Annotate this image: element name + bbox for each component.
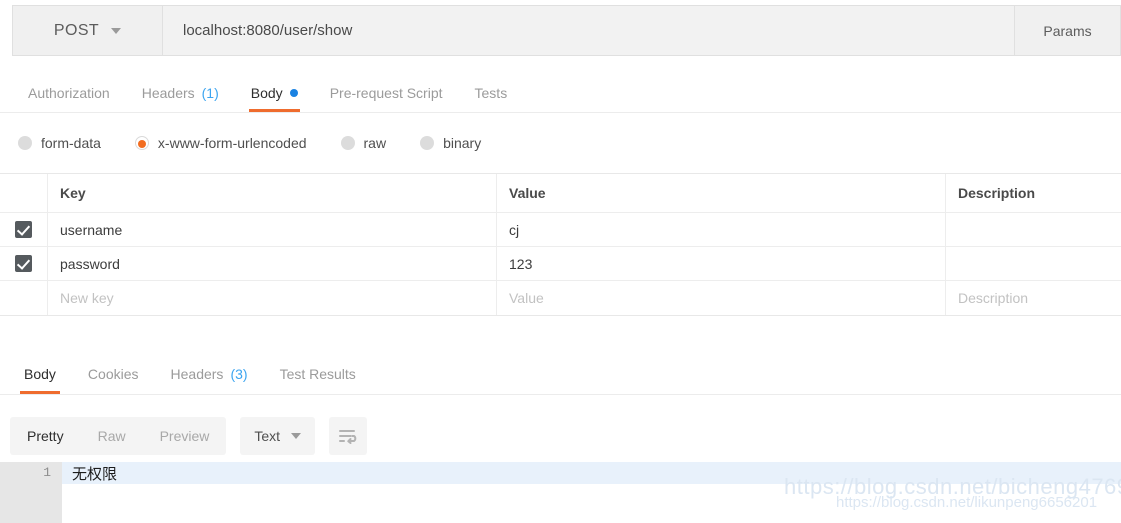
header-key-cell: Key	[48, 174, 497, 212]
body-type-form-data-label: form-data	[41, 135, 101, 151]
response-tab-test-results-label: Test Results	[279, 365, 356, 382]
table-row: username cj	[0, 213, 1121, 247]
radio-icon-form-data	[18, 136, 32, 150]
postman-request-response-pane: POST localhost:8080/user/show Params Aut…	[0, 0, 1121, 523]
new-row-value-input[interactable]: Value	[497, 281, 946, 315]
response-format-selector[interactable]: Text	[240, 417, 316, 455]
tab-pre-request-script[interactable]: Pre-request Script	[314, 73, 459, 112]
table-new-row: New key Value Description	[0, 281, 1121, 315]
request-params-table: Key Value Description username cj passwo…	[0, 173, 1121, 316]
view-pretty-button[interactable]: Pretty	[10, 417, 81, 455]
response-tab-headers-count: (3)	[230, 365, 248, 382]
request-url-input[interactable]: localhost:8080/user/show	[163, 6, 1014, 55]
header-value-cell: Value	[497, 174, 946, 212]
params-label: Params	[1043, 22, 1092, 39]
table-row: password 123	[0, 247, 1121, 281]
new-row-key-input[interactable]: New key	[48, 281, 497, 315]
view-raw-label: Raw	[97, 428, 126, 444]
view-preview-label: Preview	[159, 428, 210, 444]
chevron-down-icon	[291, 433, 302, 439]
word-wrap-toggle[interactable]	[329, 417, 368, 455]
view-preview-button[interactable]: Preview	[143, 417, 227, 455]
http-method-label: POST	[53, 21, 100, 39]
response-tab-cookies[interactable]: Cookies	[72, 353, 155, 394]
radio-icon-binary	[420, 136, 435, 150]
radio-icon-urlencoded-selected	[134, 136, 149, 150]
tab-tests[interactable]: Tests	[459, 73, 524, 112]
row-checkbox-cell	[0, 213, 48, 246]
row-value-text: 123	[509, 255, 533, 272]
new-row-description-input[interactable]: Description	[946, 281, 1121, 315]
response-toolbar: Pretty Raw Preview Text	[0, 410, 1121, 462]
request-url-text: localhost:8080/user/show	[183, 22, 353, 39]
http-method-selector[interactable]: POST	[13, 6, 163, 55]
tab-pre-request-script-label: Pre-request Script	[329, 84, 443, 101]
row-checkbox-cell	[0, 247, 48, 280]
response-tab-cookies-label: Cookies	[87, 365, 139, 382]
params-button[interactable]: Params	[1014, 6, 1120, 55]
response-tab-body[interactable]: Body	[8, 353, 72, 394]
row-value-cell-password[interactable]: 123	[497, 247, 946, 280]
response-tab-headers-label: Headers	[170, 365, 224, 382]
body-type-radio-group: form-data x-www-form-urlencoded raw bina…	[0, 122, 1121, 164]
body-type-urlencoded-label: x-www-form-urlencoded	[157, 135, 307, 151]
response-body-line: 无权限	[62, 462, 1121, 484]
row-key-cell-username[interactable]: username	[48, 213, 497, 246]
checkbox-password[interactable]	[15, 255, 32, 272]
view-raw-button[interactable]: Raw	[81, 417, 143, 455]
response-body-text: 无权限	[72, 465, 118, 483]
response-tab-bar: Body Cookies Headers (3) Test Results	[0, 353, 1121, 395]
request-tab-bar: Authorization Headers (1) Body Pre-reque…	[0, 73, 1121, 113]
body-type-raw-label: raw	[363, 135, 387, 151]
tab-authorization-label: Authorization	[28, 84, 110, 101]
checkbox-username[interactable]	[15, 221, 32, 238]
row-key-text: password	[60, 255, 120, 272]
request-url-bar: POST localhost:8080/user/show Params	[12, 5, 1121, 56]
body-modified-dot-icon	[289, 88, 298, 97]
body-type-binary-label: binary	[443, 135, 482, 151]
response-tab-test-results[interactable]: Test Results	[264, 353, 372, 394]
body-type-form-data[interactable]: form-data	[18, 135, 101, 151]
tab-authorization[interactable]: Authorization	[12, 73, 126, 112]
row-description-cell-username[interactable]	[946, 213, 1121, 246]
response-tab-body-label: Body	[24, 365, 56, 382]
tab-headers-label: Headers	[141, 84, 195, 101]
row-key-cell-password[interactable]: password	[48, 247, 497, 280]
tab-body-label: Body	[250, 84, 283, 101]
body-type-binary[interactable]: binary	[420, 135, 481, 151]
body-type-raw[interactable]: raw	[340, 135, 387, 151]
new-row-key-placeholder: New key	[60, 290, 114, 306]
tab-headers-count: (1)	[201, 84, 219, 101]
row-key-text: username	[60, 221, 123, 238]
response-tab-headers[interactable]: Headers (3)	[155, 353, 264, 394]
row-description-cell-password[interactable]	[946, 247, 1121, 280]
word-wrap-icon	[339, 430, 357, 444]
body-type-urlencoded[interactable]: x-www-form-urlencoded	[134, 135, 307, 151]
header-description-cell: Description	[958, 185, 1036, 201]
chevron-down-icon	[111, 27, 122, 34]
new-row-value-placeholder: Value	[509, 290, 544, 306]
new-row-checkbox-cell	[0, 281, 48, 315]
row-value-cell-username[interactable]: cj	[497, 213, 946, 246]
response-view-switcher: Pretty Raw Preview	[10, 417, 227, 455]
radio-icon-raw	[340, 136, 355, 150]
tab-body[interactable]: Body	[235, 73, 314, 112]
tab-tests-label: Tests	[474, 84, 508, 101]
header-checkbox-cell	[0, 174, 48, 212]
response-body-editor[interactable]: 1 无权限	[0, 462, 1121, 523]
new-row-description-placeholder: Description	[958, 290, 1029, 306]
response-format-label: Text	[254, 428, 281, 444]
table-header-row: Key Value Description	[0, 174, 1121, 213]
view-pretty-label: Pretty	[27, 428, 64, 444]
line-number: 1	[43, 465, 51, 480]
row-value-text: cj	[509, 221, 520, 238]
tab-headers[interactable]: Headers (1)	[126, 73, 235, 112]
line-number-gutter: 1	[0, 462, 62, 523]
